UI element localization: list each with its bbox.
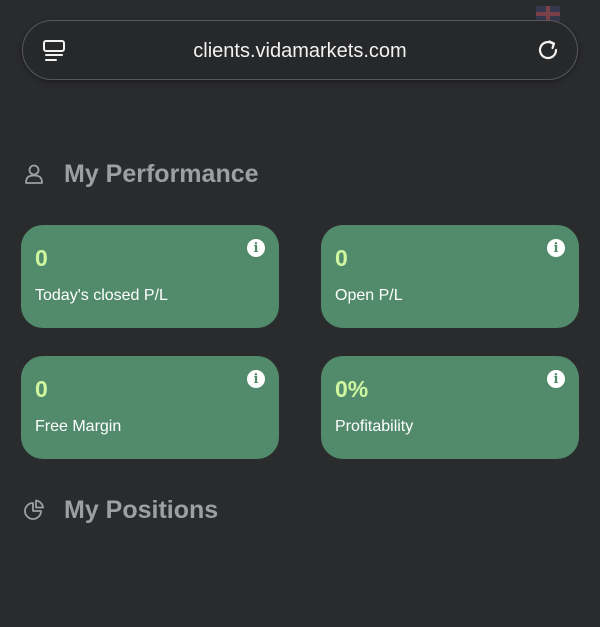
info-icon[interactable]: i bbox=[547, 239, 565, 257]
reload-icon[interactable] bbox=[535, 37, 561, 63]
open-pl-label: Open P/L bbox=[335, 287, 403, 304]
pie-chart-icon bbox=[24, 499, 44, 520]
info-icon[interactable]: i bbox=[547, 370, 565, 388]
info-icon[interactable]: i bbox=[247, 239, 265, 257]
todays-closed-pl-label: Today's closed P/L bbox=[35, 287, 168, 304]
user-icon bbox=[25, 164, 43, 184]
open-pl-card[interactable]: 0 Open P/L i bbox=[321, 225, 579, 328]
positions-section-title: My Positions bbox=[24, 492, 218, 528]
open-pl-value: 0 bbox=[335, 245, 348, 271]
url-text[interactable]: clients.vidamarkets.com bbox=[23, 40, 577, 63]
browser-address-bar[interactable]: clients.vidamarkets.com bbox=[22, 20, 578, 80]
free-margin-card[interactable]: 0 Free Margin i bbox=[21, 356, 279, 459]
todays-closed-pl-value: 0 bbox=[35, 245, 48, 271]
positions-title-text: My Positions bbox=[64, 495, 219, 524]
profitability-card[interactable]: 0% Profitability i bbox=[321, 356, 579, 459]
todays-closed-pl-card[interactable]: 0 Today's closed P/L i bbox=[21, 225, 279, 328]
free-margin-value: 0 bbox=[35, 376, 48, 402]
info-icon[interactable]: i bbox=[247, 370, 265, 388]
performance-section-title: My Performance bbox=[24, 156, 259, 192]
profitability-label: Profitability bbox=[335, 418, 414, 435]
free-margin-label: Free Margin bbox=[35, 418, 122, 435]
performance-title-text: My Performance bbox=[64, 159, 259, 188]
profitability-value: 0% bbox=[335, 376, 369, 402]
